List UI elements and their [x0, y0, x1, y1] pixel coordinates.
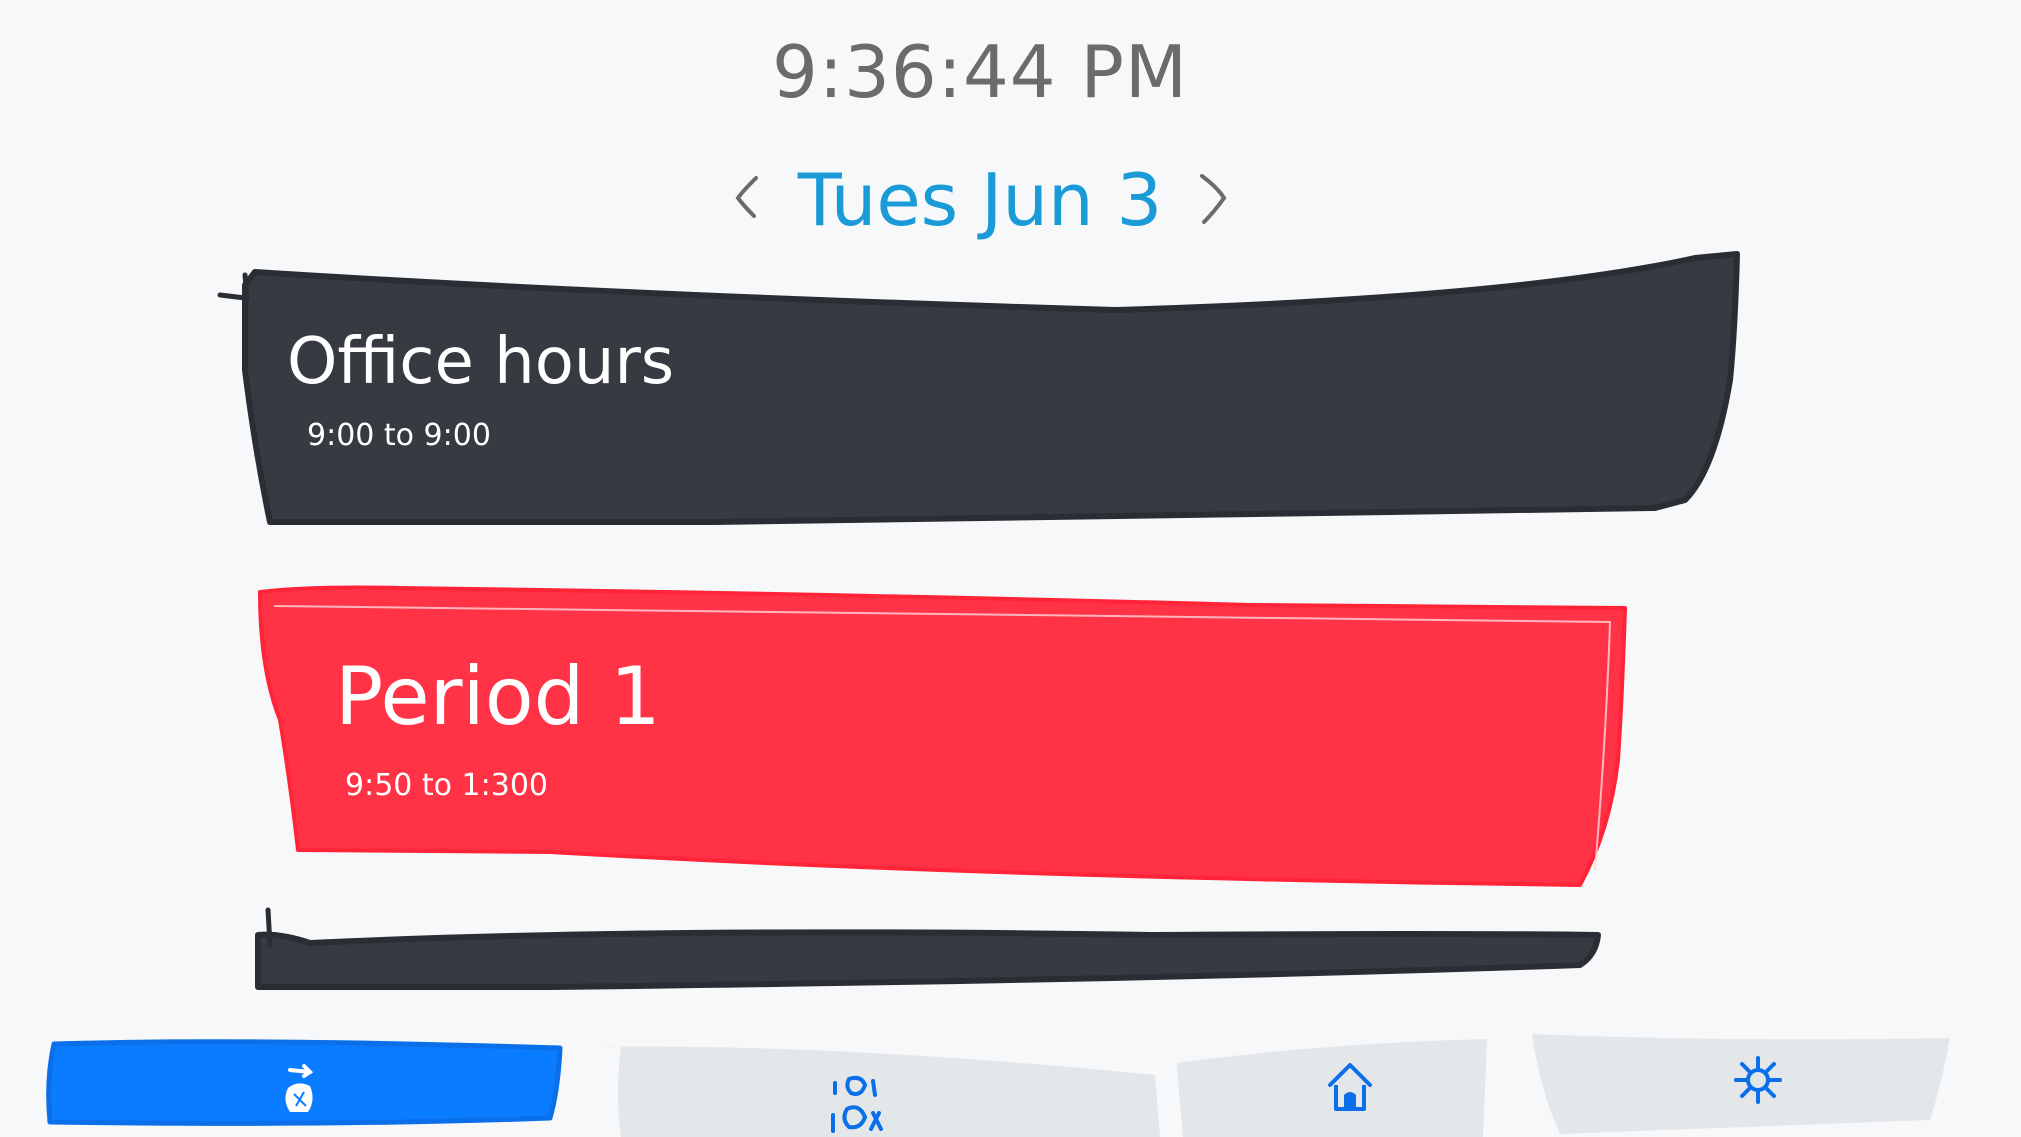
- schedule-card-office-hours[interactable]: Office hours 9:00 to 9:00: [215, 250, 1745, 535]
- card-time: 9:50 to 1:300: [345, 768, 549, 803]
- tab-schedule[interactable]: [40, 1030, 570, 1137]
- tab-settings[interactable]: [1530, 1030, 1955, 1137]
- chevron-right-icon: [1200, 174, 1227, 224]
- card-background: [255, 907, 1601, 990]
- card-time: 9:00 to 9:00: [307, 418, 491, 453]
- prev-day-button[interactable]: [718, 160, 778, 240]
- schedule-card-empty[interactable]: [250, 905, 1610, 995]
- schedule-icon: [285, 1064, 314, 1112]
- classes-icon: [831, 1075, 883, 1133]
- current-date[interactable]: Tues Jun 3: [798, 158, 1163, 242]
- card-title: Office hours: [287, 325, 675, 399]
- schedule-card-period-1[interactable]: Period 1 9:50 to 1:300: [250, 580, 1630, 895]
- card-title: Period 1: [335, 650, 661, 743]
- home-icon: [1328, 1063, 1372, 1111]
- app-screen: 9:36:44 PM Tues Jun 3 Office hours 9:00 …: [0, 0, 2021, 1137]
- clock-time: 9:36:44 PM: [772, 30, 1188, 114]
- tab-classes[interactable]: [585, 1035, 1160, 1137]
- settings-icon: [1734, 1056, 1782, 1104]
- next-day-button[interactable]: [1182, 160, 1242, 240]
- date-navigator: Tues Jun 3: [0, 150, 1960, 250]
- tab-home[interactable]: [1175, 1035, 1490, 1137]
- chevron-left-icon: [735, 176, 758, 218]
